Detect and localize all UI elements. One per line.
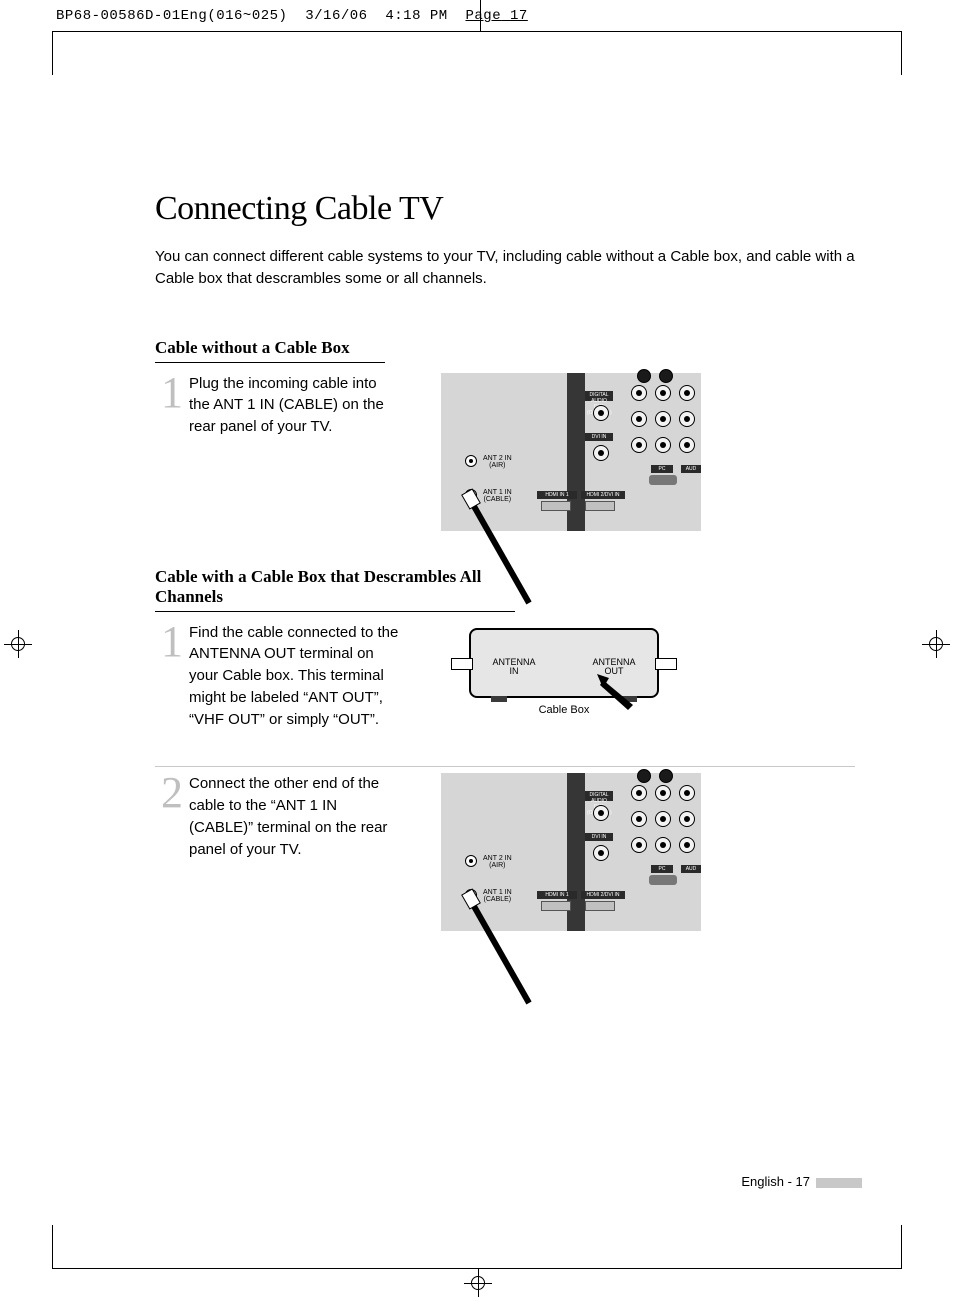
label-dvi: DVI IN [585, 833, 613, 841]
step-number: 1 [155, 622, 189, 662]
label-antenna-in: ANTENNA IN [489, 658, 539, 676]
step-number: 2 [155, 773, 189, 813]
crop-mark [901, 1225, 902, 1269]
label-aud: AUD [681, 865, 701, 873]
crop-page-label: Page 17 [466, 8, 528, 24]
step-row: 1 Plug the incoming cable into the ANT 1… [155, 373, 855, 531]
page-title: Connecting Cable TV [155, 190, 855, 228]
step-text: Plug the incoming cable into the ANT 1 I… [189, 373, 399, 438]
crop-mark [52, 31, 902, 32]
crop-mark [52, 31, 53, 75]
label-ant1: ANT 1 IN (CABLE) [483, 489, 512, 503]
label-ant2: ANT 2 IN (AIR) [483, 855, 512, 869]
step-text: Find the cable connected to the ANTENNA … [189, 622, 399, 731]
cable-box-diagram: ANTENNA IN ANTENNA OUT Cable Box [419, 622, 855, 716]
step-row: 2 Connect the other end of the cable to … [155, 766, 855, 931]
label-antenna-out: ANTENNA OUT [589, 658, 639, 676]
label-hdmi1: HDMI IN 1 [537, 891, 577, 899]
step-row: 1 Find the cable connected to the ANTENN… [155, 622, 855, 731]
label-optical: DIGITAL AUDIO OUT (OPTICAL) [585, 791, 613, 801]
label-aud: AUD [681, 465, 701, 473]
cable-plug-icon [459, 503, 529, 573]
arrow-icon [603, 680, 643, 725]
registration-mark-icon [4, 630, 32, 658]
label-hdmi2: HDMI 2/DVI IN [581, 891, 625, 899]
page-content: Connecting Cable TV You can connect diff… [155, 190, 855, 967]
section-heading-1: Cable without a Cable Box [155, 338, 385, 363]
label-ant2: ANT 2 IN (AIR) [483, 455, 512, 469]
cable-plug-icon [459, 903, 529, 973]
registration-mark-icon [922, 630, 950, 658]
label-pc: PC [651, 465, 673, 473]
label-dvi: DVI IN [585, 433, 613, 441]
label-optical: DIGITAL AUDIO OUT (OPTICAL) [585, 391, 613, 401]
step-text: Connect the other end of the cable to th… [189, 773, 399, 860]
crop-mark [901, 31, 902, 75]
label-hdmi2: HDMI 2/DVI IN [581, 491, 625, 499]
intro-text: You can connect different cable systems … [155, 246, 855, 290]
page-footer: English - 17 [741, 1174, 862, 1189]
tv-back-panel-diagram: DIGITAL AUDIO OUT (OPTICAL) DVI IN PC AU… [419, 373, 855, 531]
footer-text: English - 17 [741, 1174, 810, 1189]
crop-mark [480, 0, 481, 32]
crop-slug: BP68-00586D-01Eng(016~025) 3/16/06 4:18 … [56, 8, 528, 24]
footer-bar-icon [816, 1178, 862, 1188]
registration-mark-icon [464, 1269, 492, 1297]
tv-back-panel-diagram: DIGITAL AUDIO OUT (OPTICAL) DVI IN PC AU… [419, 773, 855, 931]
label-pc: PC [651, 865, 673, 873]
label-ant1: ANT 1 IN (CABLE) [483, 889, 512, 903]
step-number: 1 [155, 373, 189, 413]
label-hdmi1: HDMI IN 1 [537, 491, 577, 499]
crop-mark [52, 1225, 53, 1269]
